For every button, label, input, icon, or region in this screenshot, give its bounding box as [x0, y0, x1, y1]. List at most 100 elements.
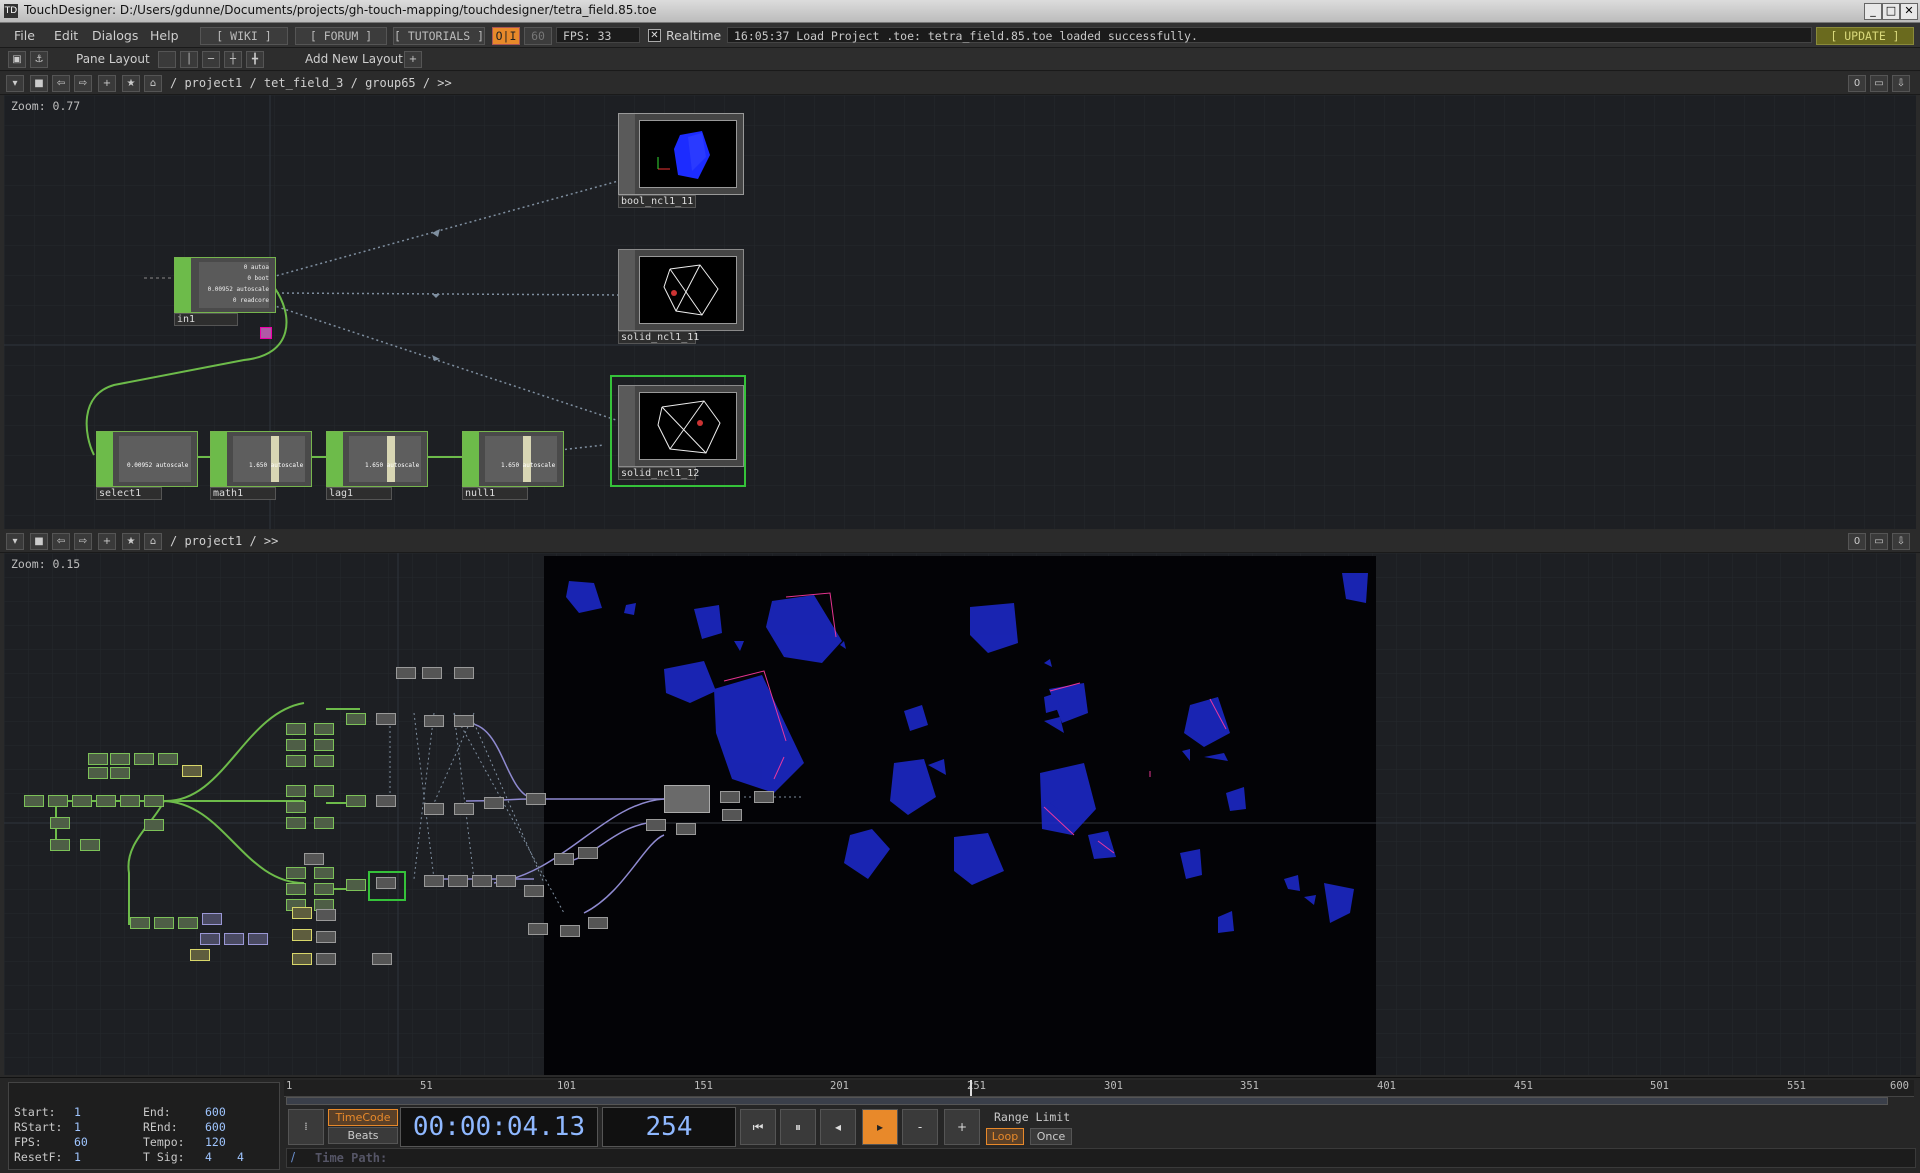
sop-node[interactable] — [754, 791, 774, 803]
chop-node[interactable] — [314, 723, 334, 735]
sop-node[interactable] — [424, 715, 444, 727]
play-forward-icon[interactable]: ▸ — [862, 1109, 898, 1145]
network-path[interactable]: / project1 / tet_field_3 / group65 / >> — [170, 76, 452, 90]
sop-node[interactable] — [316, 909, 336, 921]
sop-node[interactable] — [422, 667, 442, 679]
render-top-node[interactable] — [664, 785, 710, 813]
playhead-marker[interactable] — [970, 1080, 972, 1096]
fps-target-field[interactable]: 60 — [524, 27, 552, 45]
pane-close-icon[interactable]: ⇩ — [1892, 533, 1910, 550]
step-minus-button[interactable]: - — [902, 1109, 938, 1145]
tsig-denominator[interactable]: 4 — [237, 1150, 244, 1164]
comp-node[interactable] — [224, 933, 244, 945]
rewind-to-start-icon[interactable]: ⏮ — [740, 1109, 776, 1145]
sop-node[interactable] — [588, 917, 608, 929]
pane-type-icon[interactable]: ■ — [30, 75, 48, 92]
back-icon[interactable]: ⇦ — [52, 75, 70, 92]
wiki-button[interactable]: [ WIKI ] — [200, 27, 288, 45]
chop-node[interactable] — [286, 723, 306, 735]
sop-node[interactable] — [720, 791, 740, 803]
dat-node[interactable] — [292, 929, 312, 941]
maximize-icon[interactable]: □ — [1882, 3, 1900, 20]
timeline-toggle-icon[interactable]: ⁞ — [288, 1109, 324, 1145]
bool-sop-node[interactable] — [618, 113, 744, 195]
sop-node[interactable] — [376, 795, 396, 807]
sop-node[interactable] — [372, 953, 392, 965]
in1-flag-icon[interactable] — [260, 327, 272, 339]
sop-node[interactable] — [316, 931, 336, 943]
chop-node[interactable] — [314, 817, 334, 829]
pane-counter[interactable]: 0 — [1848, 533, 1866, 550]
timecode-toggle-button[interactable]: TimeCode — [328, 1109, 398, 1126]
sop-node[interactable] — [376, 877, 396, 889]
sop-node[interactable] — [454, 667, 474, 679]
chop-node[interactable] — [48, 795, 68, 807]
add-layout-button[interactable]: + — [404, 51, 422, 68]
sop-node[interactable] — [524, 885, 544, 897]
once-button[interactable]: Once — [1030, 1128, 1072, 1145]
math1-chop-node[interactable]: 1.650 autoscale — [210, 431, 312, 487]
pane-counter[interactable]: 0 — [1848, 75, 1866, 92]
maximize-pane-icon[interactable]: ▭ — [1870, 533, 1888, 550]
chop-node[interactable] — [286, 801, 306, 813]
chop-node[interactable] — [96, 795, 116, 807]
update-button[interactable]: [ UPDATE ] — [1816, 27, 1914, 45]
ship-icon[interactable]: ⚓ — [30, 51, 48, 68]
sop-node[interactable] — [376, 713, 396, 725]
tempo-value[interactable]: 120 — [205, 1135, 226, 1149]
chop-node[interactable] — [314, 883, 334, 895]
chop-node[interactable] — [50, 817, 70, 829]
maximize-pane-icon[interactable]: ▭ — [1870, 75, 1888, 92]
chop-node[interactable] — [286, 867, 306, 879]
layout-single-icon[interactable] — [158, 51, 176, 68]
fps-value[interactable]: 60 — [74, 1135, 88, 1149]
menu-file[interactable]: File — [14, 28, 35, 43]
sop-node[interactable] — [424, 803, 444, 815]
dat-node[interactable] — [292, 907, 312, 919]
layout-three-pane-icon[interactable]: ┼ — [224, 51, 242, 68]
close-icon[interactable]: ✕ — [1900, 3, 1918, 20]
chop-node[interactable] — [346, 879, 366, 891]
frame-display[interactable]: 254 — [602, 1107, 736, 1147]
sop-node[interactable] — [454, 715, 474, 727]
menu-help[interactable]: Help — [150, 28, 179, 43]
chop-node[interactable] — [178, 917, 198, 929]
beats-toggle-button[interactable]: Beats — [328, 1127, 398, 1144]
forum-button[interactable]: [ FORUM ] — [295, 27, 387, 45]
bookmark-star-icon[interactable]: ★ — [122, 533, 140, 550]
touchdesigner-app-icon[interactable]: TD — [4, 4, 18, 18]
sop-node[interactable] — [448, 875, 468, 887]
layout-split-vertical-icon[interactable]: │ — [180, 51, 198, 68]
dat-node[interactable] — [190, 949, 210, 961]
sop-node[interactable] — [472, 875, 492, 887]
pane-menu-icon[interactable]: ▾ — [6, 533, 24, 550]
chop-node[interactable] — [154, 917, 174, 929]
pane-menu-icon[interactable]: ▾ — [6, 75, 24, 92]
chop-node[interactable] — [88, 767, 108, 779]
chop-node[interactable] — [134, 753, 154, 765]
chop-node[interactable] — [314, 867, 334, 879]
resetf-value[interactable]: 1 — [74, 1150, 81, 1164]
chop-node[interactable] — [346, 713, 366, 725]
layout-split-horizontal-icon[interactable]: ─ — [202, 51, 220, 68]
menu-dialogs[interactable]: Dialogs — [92, 28, 138, 43]
home-icon[interactable]: ⌂ — [144, 533, 162, 550]
rend-value[interactable]: 600 — [205, 1120, 226, 1134]
add-icon[interactable]: + — [98, 533, 116, 550]
sop-node[interactable] — [554, 853, 574, 865]
lag1-chop-node[interactable]: 1.650 autoscale — [326, 431, 428, 487]
chop-node[interactable] — [314, 755, 334, 767]
chop-node[interactable] — [346, 795, 366, 807]
chop-node[interactable] — [158, 753, 178, 765]
null1-chop-node[interactable]: 1.650 autoscale — [462, 431, 564, 487]
play-toggle-button[interactable]: O|I — [492, 27, 520, 45]
tsig-numerator[interactable]: 4 — [205, 1150, 212, 1164]
sop-node[interactable] — [304, 853, 324, 865]
time-path-field[interactable]: / Time Path: — [286, 1148, 1916, 1168]
chop-node[interactable] — [50, 839, 70, 851]
back-icon[interactable]: ⇦ — [52, 533, 70, 550]
sop-node[interactable] — [560, 925, 580, 937]
sop-node[interactable] — [528, 923, 548, 935]
tutorials-button[interactable]: [ TUTORIALS ] — [393, 27, 485, 45]
rstart-value[interactable]: 1 — [74, 1120, 81, 1134]
